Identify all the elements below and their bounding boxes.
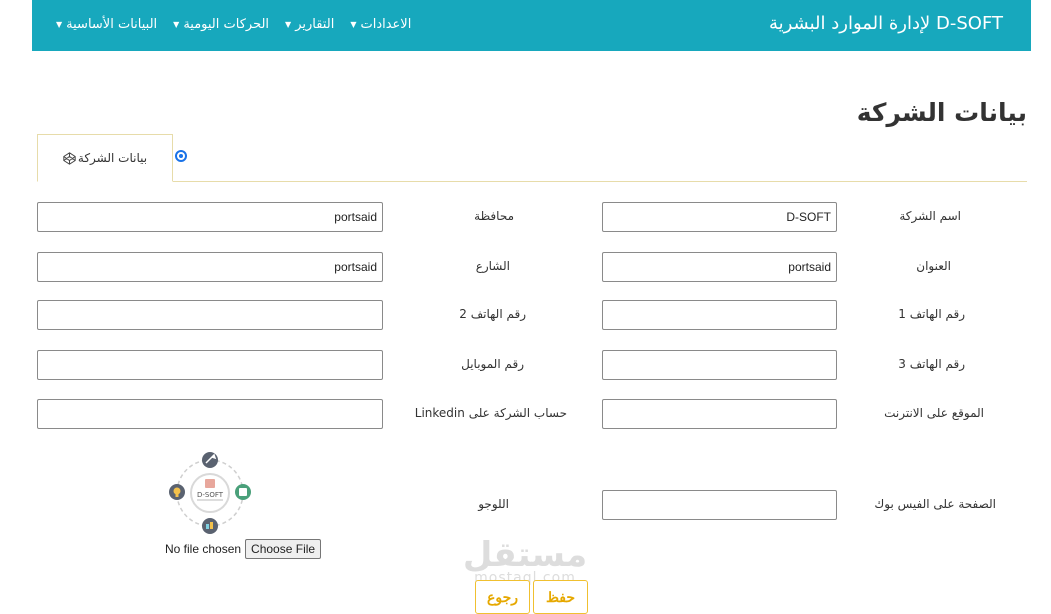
top-navbar: D-SOFT لإدارة الموارد البشرية البيانات ا…: [32, 0, 1031, 51]
phone2-label: رقم الهاتف 2: [459, 307, 526, 321]
menu-basic-data[interactable]: البيانات الأساسية ▼: [56, 17, 157, 32]
street-label: الشارع: [475, 259, 510, 273]
phone1-label: رقم الهاتف 1: [898, 307, 965, 321]
logo-label: اللوجو: [478, 497, 509, 511]
address-label: العنوان: [916, 259, 951, 273]
tab-divider: [37, 181, 1027, 182]
logo-text: D-SOFT: [197, 491, 224, 499]
street-input[interactable]: [37, 252, 383, 282]
menu-reports[interactable]: التقارير ▼: [285, 17, 334, 32]
phone3-input[interactable]: [602, 350, 837, 380]
back-button[interactable]: رجوع: [475, 580, 530, 614]
tab-radio-button[interactable]: [175, 150, 187, 162]
mobile-label: رقم الموبايل: [461, 357, 524, 371]
website-label: الموقع على الانترنت: [884, 406, 984, 420]
company-logo-image: D-SOFT: [169, 452, 251, 534]
phone1-input[interactable]: [602, 300, 837, 330]
menu-basic-data-label: البيانات الأساسية: [66, 17, 158, 32]
governorate-input[interactable]: [37, 202, 383, 232]
caret-down-icon: ▼: [56, 19, 63, 29]
save-button[interactable]: حفظ: [533, 580, 588, 614]
file-status-text: No file chosen: [165, 542, 242, 556]
logo-file-picker[interactable]: No file chosen Choose File: [165, 539, 322, 559]
mostaql-watermark: مستقل mostaql.com: [460, 536, 590, 586]
facebook-label: الصفحة على الفيس بوك: [874, 497, 996, 511]
mobile-input[interactable]: [37, 350, 383, 380]
caret-down-icon: ▼: [350, 19, 357, 29]
phone3-label: رقم الهاتف 3: [898, 357, 965, 371]
app-brand[interactable]: D-SOFT لإدارة الموارد البشرية: [769, 13, 1003, 34]
tab-company-data-label: بيانات الشركة: [77, 151, 148, 165]
linkedin-label: حساب الشركة على Linkedin: [414, 406, 567, 420]
website-input[interactable]: [602, 399, 837, 429]
phone2-input[interactable]: [37, 300, 383, 330]
menu-reports-label: التقارير: [295, 17, 335, 32]
company-name-label: اسم الشركة: [899, 209, 961, 223]
main-menu: البيانات الأساسية ▼ الحركات اليومية ▼ ال…: [56, 17, 411, 32]
caret-down-icon: ▼: [173, 19, 180, 29]
address-input[interactable]: [602, 252, 837, 282]
menu-daily-transactions-label: الحركات اليومية: [183, 17, 270, 32]
page-title: بيانات الشركة: [856, 98, 1027, 127]
watermark-arabic: مستقل: [462, 535, 588, 575]
governorate-label: محافظة: [474, 209, 514, 223]
company-name-input[interactable]: [602, 202, 837, 232]
facebook-input[interactable]: [602, 490, 837, 520]
menu-settings-label: الاعدادات: [360, 17, 412, 32]
linkedin-input[interactable]: [37, 399, 383, 429]
menu-settings[interactable]: الاعدادات ▼: [350, 17, 411, 32]
menu-daily-transactions[interactable]: الحركات اليومية ▼: [173, 17, 269, 32]
caret-down-icon: ▼: [285, 19, 292, 29]
tab-company-data[interactable]: بيانات الشركة: [37, 134, 173, 182]
codepen-icon: [63, 151, 76, 165]
choose-file-button[interactable]: Choose File: [245, 539, 322, 559]
